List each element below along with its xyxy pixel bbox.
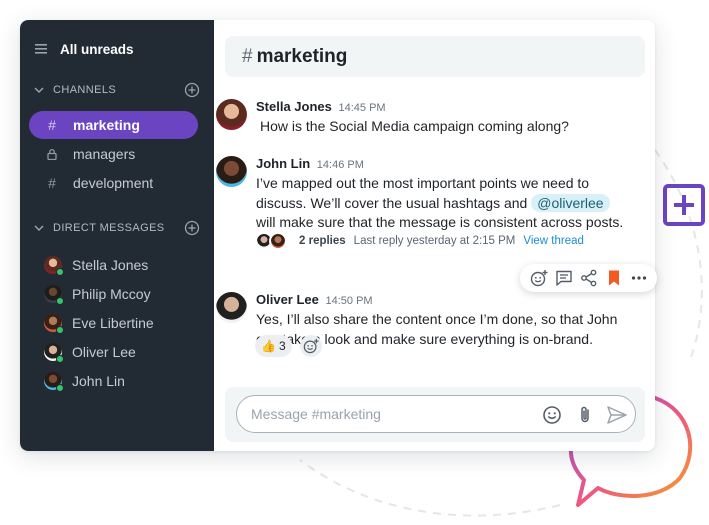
send-icon[interactable] (606, 405, 628, 425)
message-text-part: will make sure that the message is consi… (256, 214, 624, 230)
hash-icon: # (242, 45, 253, 67)
message-header: Oliver Lee 14:50 PM (256, 292, 373, 307)
reactions-row: 👍 3 (255, 335, 322, 357)
add-channel-icon[interactable] (184, 82, 200, 98)
channel-label: marketing (73, 117, 140, 133)
channel-label: managers (73, 146, 136, 162)
avatar (269, 232, 287, 250)
hash-icon: # (48, 117, 56, 133)
smiley-plus-icon (303, 338, 319, 354)
dm-label: Philip Mccoy (72, 286, 151, 302)
dm-item-oliver-lee[interactable]: Oliver Lee (44, 342, 136, 363)
hash-icon: # (48, 175, 56, 191)
direct-messages-section-header[interactable]: DIRECT MESSAGES (34, 219, 200, 237)
lock-icon (47, 148, 57, 160)
message-text: I’ve mapped out the most important point… (256, 174, 628, 233)
dm-header-label: DIRECT MESSAGES (53, 222, 165, 234)
message-time: 14:45 PM (338, 102, 386, 114)
avatar (44, 314, 64, 334)
channel-item-managers[interactable]: managers (29, 140, 198, 168)
thread-summary[interactable]: 2 replies Last reply yesterday at 2:15 P… (255, 230, 584, 252)
avatar[interactable] (216, 99, 247, 130)
avatar (44, 285, 64, 305)
message-header: Stella Jones 14:45 PM (256, 99, 386, 114)
dm-label: Eve Libertine (72, 315, 154, 331)
channel-header: # marketing (225, 36, 645, 77)
share-icon (580, 269, 596, 287)
emoji-icon[interactable] (542, 405, 562, 425)
bookmark-icon (608, 270, 619, 286)
message-text: How is the Social Media campaign coming … (260, 118, 569, 134)
avatar[interactable] (216, 292, 247, 323)
online-status-icon (56, 326, 64, 334)
bookmark-button[interactable] (605, 269, 623, 287)
message-input[interactable] (251, 406, 521, 422)
online-status-icon (56, 355, 64, 363)
message-time: 14:46 PM (316, 159, 364, 171)
dm-item-eve-libertine[interactable]: Eve Libertine (44, 313, 154, 334)
dm-item-john-lin[interactable]: John Lin (44, 371, 125, 392)
avatar[interactable] (216, 156, 247, 187)
dm-item-philip-mccoy[interactable]: Philip Mccoy (44, 284, 151, 305)
author-name[interactable]: Stella Jones (256, 99, 332, 114)
online-status-icon (56, 297, 64, 305)
add-direct-message-icon[interactable] (184, 220, 200, 236)
reaction-thumbs-up[interactable]: 👍 3 (255, 335, 292, 357)
more-actions-button[interactable] (630, 269, 648, 287)
add-reaction-button[interactable] (299, 335, 322, 357)
dm-label: John Lin (72, 373, 125, 389)
mention-chip[interactable]: @oliverlee (531, 193, 610, 212)
channel-item-marketing[interactable]: # marketing (29, 111, 198, 139)
chevron-down-icon (34, 87, 44, 94)
all-unreads-button[interactable]: All unreads (34, 39, 134, 59)
channel-label: development (73, 175, 154, 191)
message-composer (236, 395, 636, 433)
all-unreads-label: All unreads (60, 41, 134, 57)
channels-header-label: CHANNELS (53, 84, 117, 96)
channels-section-header[interactable]: CHANNELS (34, 81, 200, 99)
avatar (44, 372, 64, 392)
smiley-plus-icon (530, 270, 547, 287)
reaction-count: 3 (278, 339, 286, 353)
plus-badge-icon (663, 184, 705, 226)
message-actions-toolbar (520, 264, 657, 292)
add-reaction-button[interactable] (530, 269, 548, 287)
comment-icon (555, 270, 572, 286)
dm-item-stella-jones[interactable]: Stella Jones (44, 255, 149, 276)
message-header: John Lin 14:46 PM (256, 156, 364, 171)
author-name[interactable]: Oliver Lee (256, 292, 319, 307)
avatar (44, 343, 64, 363)
sidebar: All unreads CHANNELS # marketing manager… (20, 20, 214, 451)
view-thread-link[interactable]: View thread (523, 235, 584, 247)
avatar (44, 256, 64, 276)
thumbs-up-icon: 👍 (261, 339, 276, 353)
last-reply-time: Last reply yesterday at 2:15 PM (353, 235, 516, 247)
dm-label: Stella Jones (72, 257, 149, 273)
paperclip-icon[interactable] (575, 405, 595, 425)
composer-area (225, 387, 645, 442)
channel-item-development[interactable]: # development (29, 169, 198, 197)
author-name[interactable]: John Lin (256, 156, 310, 171)
chevron-down-icon (34, 225, 44, 232)
online-status-icon (56, 384, 64, 392)
dm-label: Oliver Lee (72, 344, 136, 360)
reply-in-thread-button[interactable] (555, 269, 573, 287)
channel-title: marketing (256, 45, 348, 67)
more-horizontal-icon (631, 276, 646, 280)
reply-count[interactable]: 2 replies (299, 235, 346, 247)
list-icon (35, 44, 47, 54)
message-time: 14:50 PM (325, 295, 373, 307)
online-status-icon (56, 268, 64, 276)
share-button[interactable] (580, 269, 598, 287)
